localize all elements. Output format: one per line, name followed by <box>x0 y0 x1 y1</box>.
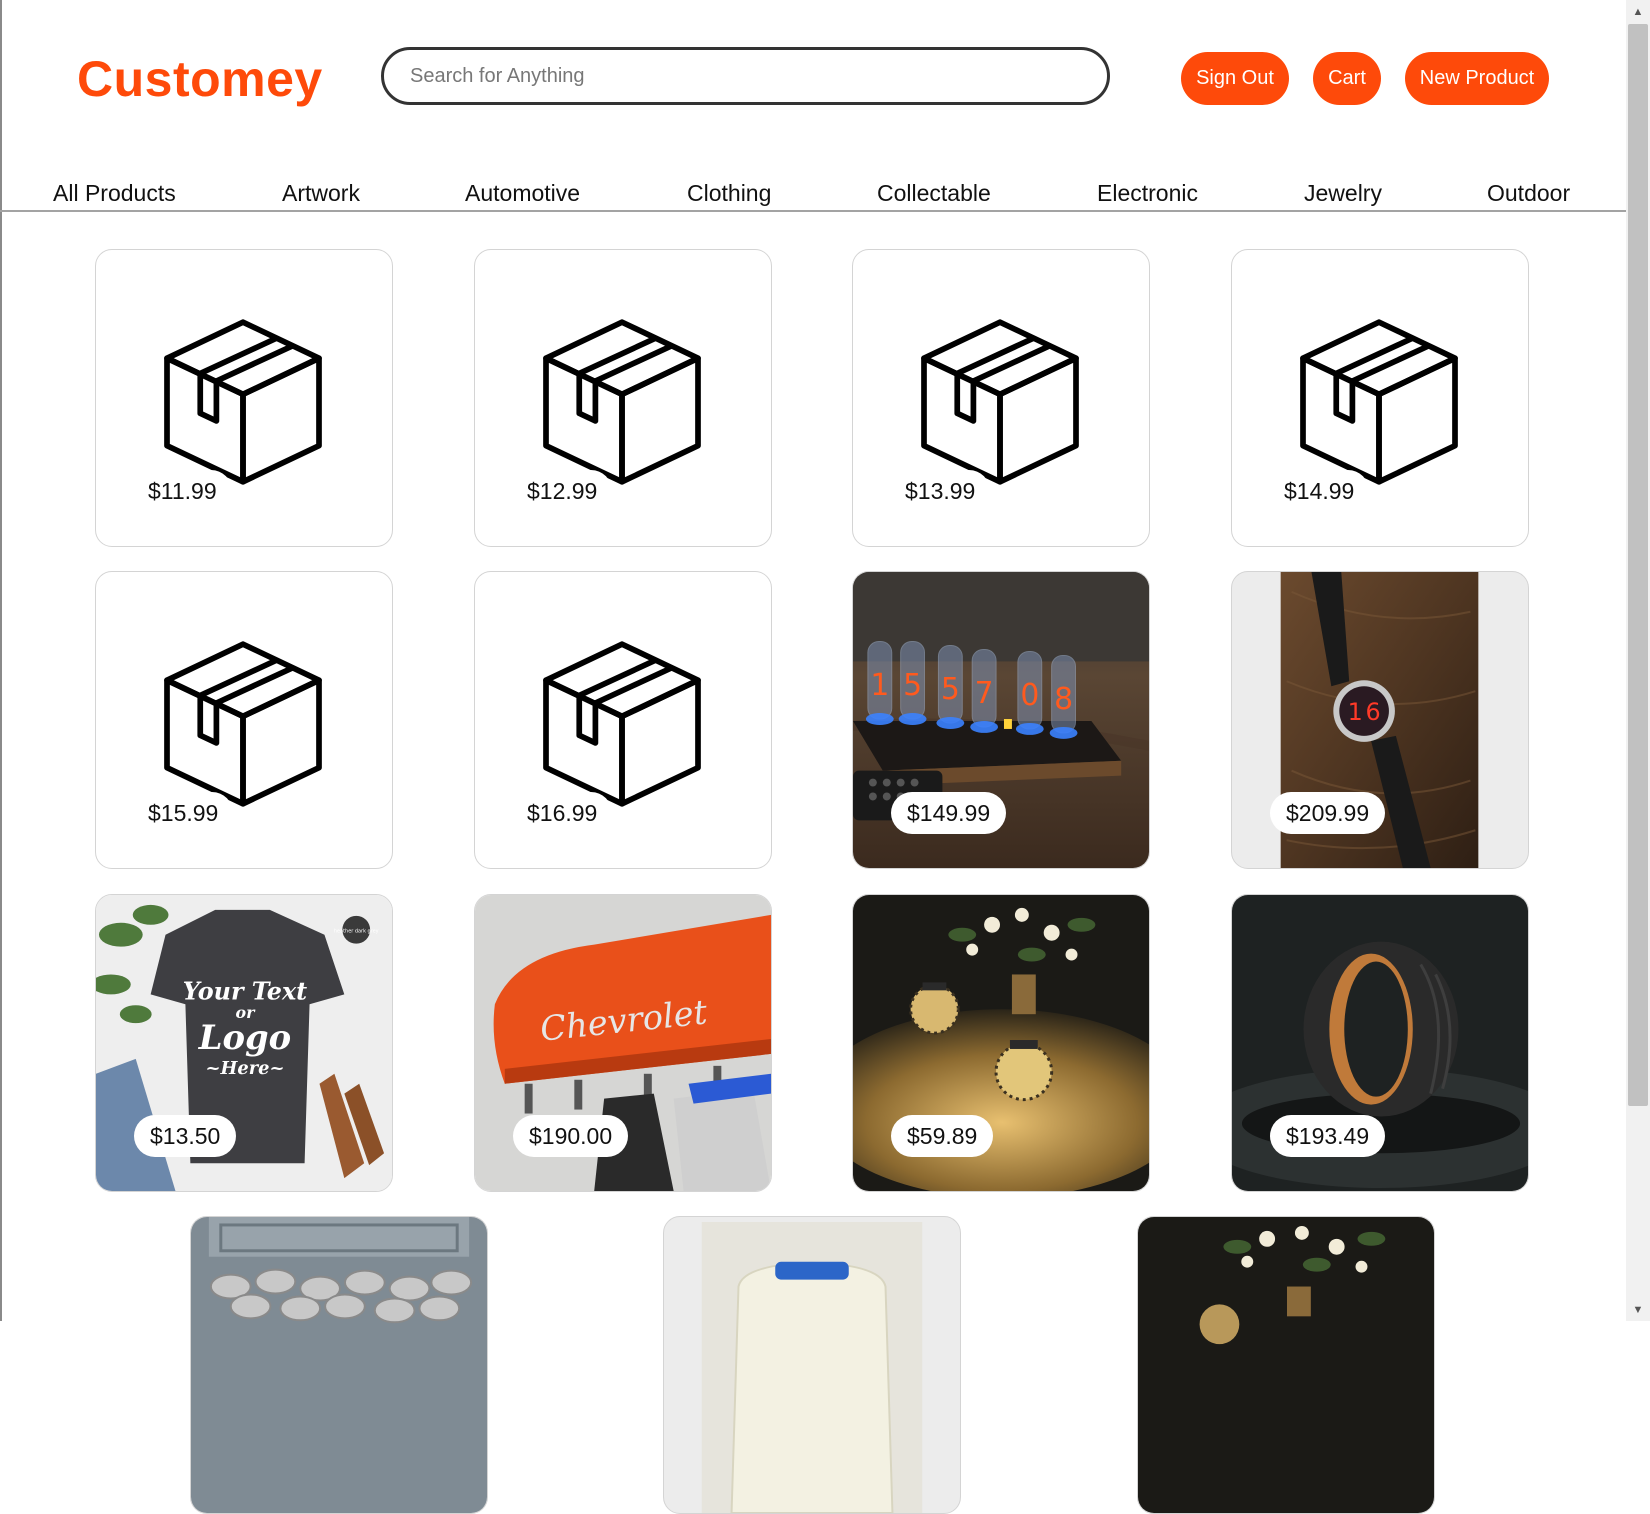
product-price: $149.99 <box>891 792 1007 834</box>
product-card[interactable] <box>663 1216 961 1514</box>
product-price: $209.99 <box>1270 792 1386 834</box>
product-price: $13.99 <box>890 470 991 512</box>
scrollbar-thumb[interactable] <box>1628 24 1648 1106</box>
product-card[interactable]: $193.49 <box>1231 894 1529 1192</box>
nixie-digit: 8 <box>1054 682 1073 717</box>
product-card[interactable] <box>1137 1216 1435 1514</box>
package-icon <box>527 628 717 818</box>
nav-collectable[interactable]: Collectable <box>877 180 991 207</box>
product-price: $59.89 <box>891 1115 994 1157</box>
product-price: $16.99 <box>512 792 613 834</box>
search-input[interactable] <box>408 63 1107 89</box>
nav-all-products[interactable]: All Products <box>53 180 176 207</box>
jar-image <box>701 1221 923 1513</box>
product-card[interactable]: $59.89 <box>852 894 1150 1192</box>
product-price: $193.49 <box>1270 1115 1386 1157</box>
shirt-text: ~Here~ <box>206 1058 285 1079</box>
nixie-digit: 6 <box>1365 698 1380 726</box>
product-card[interactable]: $16.99 <box>474 571 772 869</box>
product-price: $15.99 <box>133 792 234 834</box>
cart-button[interactable]: Cart <box>1313 52 1381 105</box>
site-logo[interactable]: Customey <box>77 50 323 108</box>
lanterns-image <box>1138 1217 1434 1513</box>
product-card[interactable] <box>190 1216 488 1514</box>
nixie-digit: 1 <box>870 668 889 703</box>
product-card[interactable]: Your Text or Logo ~Here~ heather dark gr… <box>95 894 393 1192</box>
scroll-down-arrow-icon[interactable]: ▼ <box>1626 1300 1650 1320</box>
product-card[interactable]: $14.99 <box>1231 249 1529 547</box>
nav-artwork[interactable]: Artwork <box>282 180 360 207</box>
product-card[interactable]: 1 5 5 7 0 8 $149.99 <box>852 571 1150 869</box>
product-card[interactable]: Chevrolet $190.00 <box>474 894 772 1192</box>
product-price: $13.50 <box>134 1115 237 1157</box>
product-card[interactable]: $13.99 <box>852 249 1150 547</box>
nixie-digit: 1 <box>1348 698 1363 726</box>
nav-outdoor[interactable]: Outdoor <box>1487 180 1570 207</box>
nixie-digit: 7 <box>975 676 994 711</box>
nixie-digit: 0 <box>1020 678 1039 713</box>
package-icon <box>148 628 338 818</box>
nixie-digit: 5 <box>941 672 960 707</box>
product-card[interactable]: 1 6 $209.99 <box>1231 571 1529 869</box>
scroll-up-arrow-icon[interactable]: ▲ <box>1626 2 1650 22</box>
product-card[interactable]: $11.99 <box>95 249 393 547</box>
product-card[interactable]: $12.99 <box>474 249 772 547</box>
package-icon <box>148 306 338 496</box>
shirt-text: Your Text <box>183 977 307 1005</box>
nav-electronic[interactable]: Electronic <box>1097 180 1198 207</box>
product-price: $11.99 <box>133 470 232 512</box>
sign-out-button[interactable]: Sign Out <box>1181 52 1289 105</box>
nav-jewelry[interactable]: Jewelry <box>1304 180 1382 207</box>
category-nav: All Products Artwork Automotive Clothing… <box>0 176 1626 212</box>
product-card[interactable]: $15.99 <box>95 571 393 869</box>
product-price: $190.00 <box>513 1115 629 1157</box>
product-price: $14.99 <box>1269 470 1370 512</box>
nav-automotive[interactable]: Automotive <box>465 180 580 207</box>
shirt-text: Logo <box>198 1017 291 1057</box>
color-tag: heather dark grey <box>334 929 379 935</box>
new-product-button[interactable]: New Product <box>1405 52 1549 105</box>
nav-clothing[interactable]: Clothing <box>687 180 771 207</box>
package-icon <box>905 306 1095 496</box>
package-icon <box>1284 306 1474 496</box>
package-icon <box>527 306 717 496</box>
nixie-digit: 5 <box>903 668 922 703</box>
coins-image <box>191 1217 487 1513</box>
search-bar[interactable] <box>381 47 1110 105</box>
product-price: $12.99 <box>512 470 613 512</box>
